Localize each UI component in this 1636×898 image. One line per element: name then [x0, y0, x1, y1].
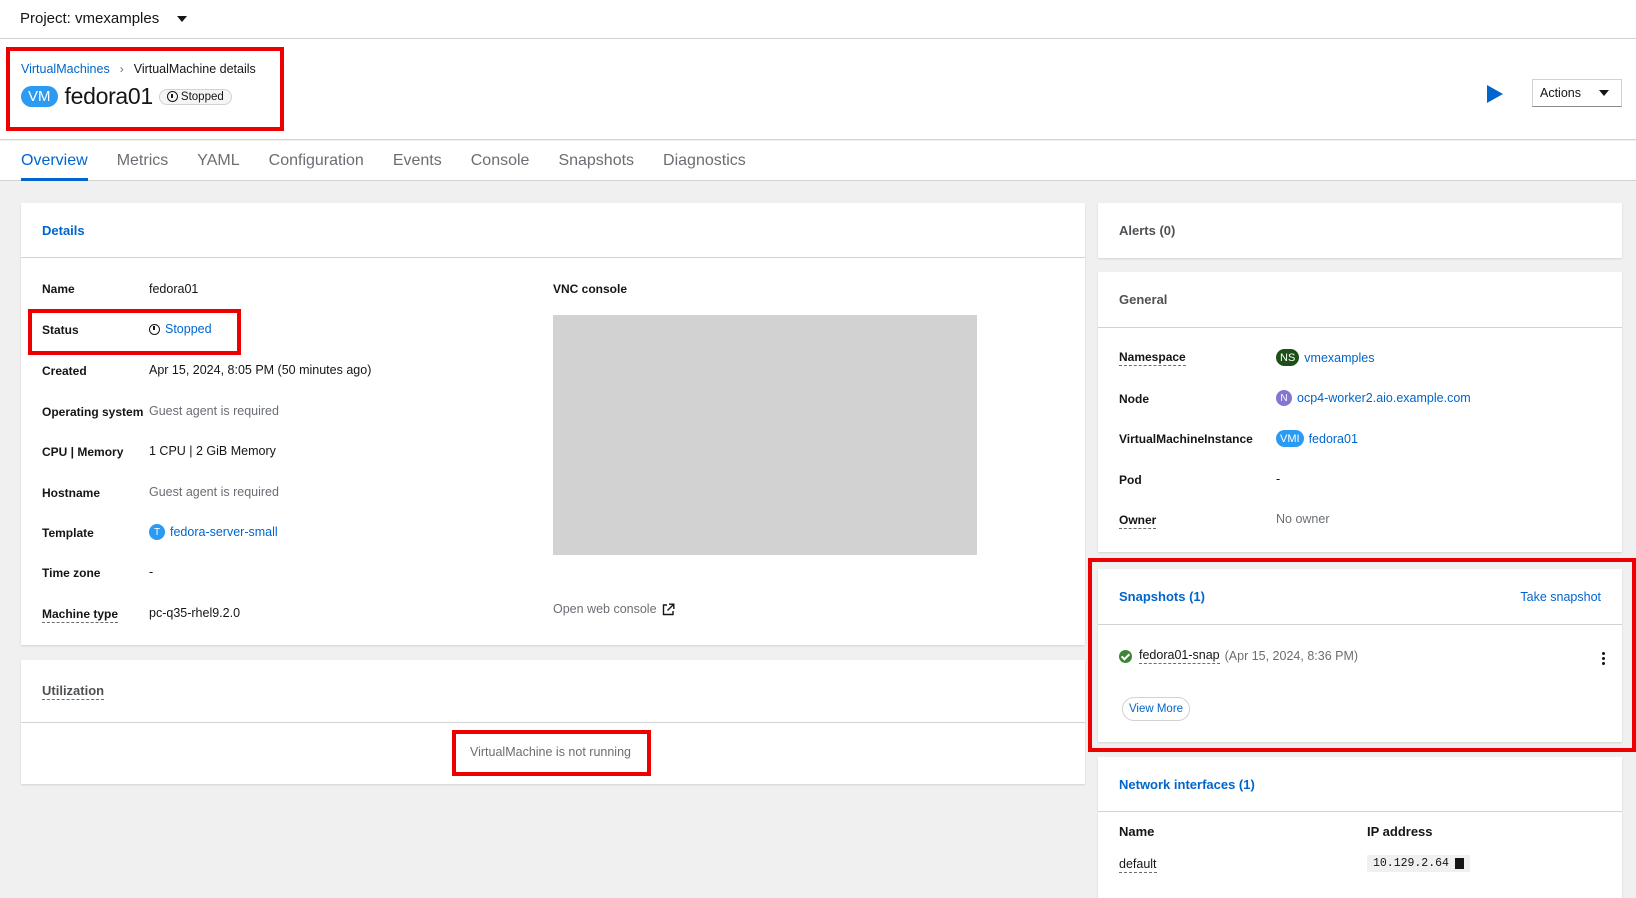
- name-label: Name: [42, 282, 75, 296]
- created-label: Created: [42, 364, 87, 378]
- kebab-menu-icon[interactable]: [1602, 652, 1606, 666]
- snapshots-title[interactable]: Snapshots (1): [1119, 589, 1205, 604]
- vmi-badge: VMI: [1276, 430, 1304, 447]
- template-label: Template: [42, 526, 94, 540]
- cpu-memory-label: CPU | Memory: [42, 445, 124, 459]
- owner-label[interactable]: Owner: [1119, 513, 1157, 529]
- template-value[interactable]: T fedora-server-small: [149, 524, 278, 540]
- tab-configuration[interactable]: Configuration: [269, 141, 364, 181]
- vnc-console-label: VNC console: [553, 282, 628, 296]
- project-bar: Project: vmexamples: [0, 0, 1636, 39]
- namespace-value[interactable]: NS vmexamples: [1276, 349, 1374, 366]
- timezone-value: -: [149, 565, 154, 579]
- caret-down-icon: [1599, 90, 1609, 96]
- status-badge: Stopped: [158, 88, 232, 105]
- tab-overview[interactable]: Overview: [21, 141, 88, 181]
- ip-address-box: 10.129.2.64: [1367, 855, 1470, 872]
- node-link[interactable]: ocp4-worker2.aio.example.com: [1297, 391, 1471, 405]
- machine-type-value: pc-q35-rhel9.2.0: [149, 606, 241, 620]
- breadcrumb-current: VirtualMachine details: [133, 62, 256, 76]
- node-badge: N: [1276, 390, 1292, 406]
- tab-console[interactable]: Console: [471, 141, 530, 181]
- snapshot-item: fedora01-snap (Apr 15, 2024, 8:36 PM): [1119, 648, 1358, 664]
- tab-yaml[interactable]: YAML: [197, 141, 239, 181]
- breadcrumb: VirtualMachines › VirtualMachine details: [21, 62, 256, 76]
- node-value[interactable]: N ocp4-worker2.aio.example.com: [1276, 390, 1471, 406]
- breadcrumb-virtualmachines-link[interactable]: VirtualMachines: [21, 62, 110, 76]
- utilization-card: Utilization: [21, 660, 1085, 784]
- general-card: General: [1098, 272, 1622, 552]
- cpu-memory-value: 1 CPU | 2 GiB Memory: [149, 444, 276, 458]
- template-link[interactable]: fedora-server-small: [170, 525, 278, 539]
- power-off-icon: [166, 91, 178, 102]
- node-label: Node: [1119, 392, 1149, 406]
- created-value: Apr 15, 2024, 8:05 PM (50 minutes ago): [149, 363, 372, 377]
- template-badge: T: [149, 524, 165, 540]
- vm-badge: VM: [21, 86, 58, 107]
- ip-address-value: 10.129.2.64: [1373, 857, 1449, 870]
- open-web-console-label: Open web console: [553, 602, 657, 616]
- vmi-label: VirtualMachineInstance: [1119, 432, 1253, 446]
- vmi-value[interactable]: VMI fedora01: [1276, 430, 1358, 447]
- tab-snapshots[interactable]: Snapshots: [558, 141, 634, 181]
- status-badge-label: Stopped: [180, 90, 224, 103]
- tab-events[interactable]: Events: [393, 141, 442, 181]
- power-off-icon: [149, 323, 160, 335]
- vm-name-heading: fedora01: [64, 83, 154, 109]
- network-col-name: Name: [1119, 824, 1155, 839]
- timezone-label: Time zone: [42, 566, 101, 580]
- page-title: VM fedora01 Stopped: [21, 83, 232, 110]
- utilization-title-row: Utilization: [21, 660, 1085, 723]
- pod-value: -: [1276, 472, 1281, 486]
- project-label: Project: vmexamples: [20, 10, 160, 27]
- take-snapshot-link[interactable]: Take snapshot: [1520, 590, 1601, 604]
- namespace-badge: NS: [1276, 349, 1300, 366]
- utilization-title[interactable]: Utilization: [42, 683, 105, 700]
- network-interfaces-title[interactable]: Network interfaces (1): [1098, 757, 1622, 812]
- vm-not-running-message: VirtualMachine is not running: [470, 745, 631, 759]
- details-card-title[interactable]: Details: [21, 203, 1085, 258]
- status-link[interactable]: Stopped: [165, 322, 212, 336]
- machine-type-label[interactable]: Machine type: [42, 607, 119, 623]
- page-header: VirtualMachines › VirtualMachine details…: [0, 39, 1636, 140]
- status-value[interactable]: Stopped: [149, 322, 212, 336]
- tab-diagnostics[interactable]: Diagnostics: [663, 141, 746, 181]
- hostname-label: Hostname: [42, 486, 101, 500]
- snapshot-name[interactable]: fedora01-snap: [1139, 648, 1220, 664]
- network-row-ip: 10.129.2.64: [1367, 855, 1470, 872]
- tab-metrics[interactable]: Metrics: [117, 141, 169, 181]
- vnc-console-preview[interactable]: [553, 315, 977, 555]
- network-row-name[interactable]: default: [1119, 857, 1157, 873]
- copy-icon[interactable]: [1454, 858, 1464, 869]
- vmi-link[interactable]: fedora01: [1309, 432, 1358, 446]
- start-vm-button[interactable]: [1487, 85, 1503, 103]
- project-selector[interactable]: Project: vmexamples: [20, 10, 188, 27]
- status-label: Status: [42, 323, 79, 337]
- external-link-icon: [662, 603, 675, 615]
- open-web-console-link[interactable]: Open web console: [553, 602, 675, 616]
- alerts-card: Alerts (0): [1098, 203, 1622, 258]
- hostname-value: Guest agent is required: [149, 485, 279, 499]
- caret-down-icon: [177, 15, 188, 22]
- namespace-link[interactable]: vmexamples: [1304, 351, 1374, 365]
- name-value: fedora01: [149, 282, 199, 296]
- os-value: Guest agent is required: [149, 404, 279, 418]
- snapshot-time: (Apr 15, 2024, 8:36 PM): [1224, 649, 1359, 663]
- namespace-label[interactable]: Namespace: [1119, 350, 1186, 366]
- pod-label: Pod: [1119, 473, 1142, 487]
- alerts-title[interactable]: Alerts (0): [1098, 203, 1622, 258]
- snapshots-header: Snapshots (1) Take snapshot: [1098, 569, 1622, 625]
- network-interfaces-card: Network interfaces (1): [1098, 757, 1622, 898]
- chevron-right-icon: ›: [119, 62, 124, 76]
- actions-dropdown[interactable]: Actions: [1532, 79, 1622, 107]
- general-title: General: [1098, 272, 1622, 328]
- actions-label: Actions: [1540, 86, 1581, 100]
- network-col-ip: IP address: [1367, 824, 1433, 839]
- owner-value: No owner: [1276, 512, 1330, 526]
- os-label: Operating system: [42, 405, 144, 419]
- view-more-button[interactable]: View More: [1122, 697, 1190, 721]
- tab-bar: Overview Metrics YAML Configuration Even…: [0, 141, 1636, 181]
- check-circle-icon: [1119, 649, 1132, 663]
